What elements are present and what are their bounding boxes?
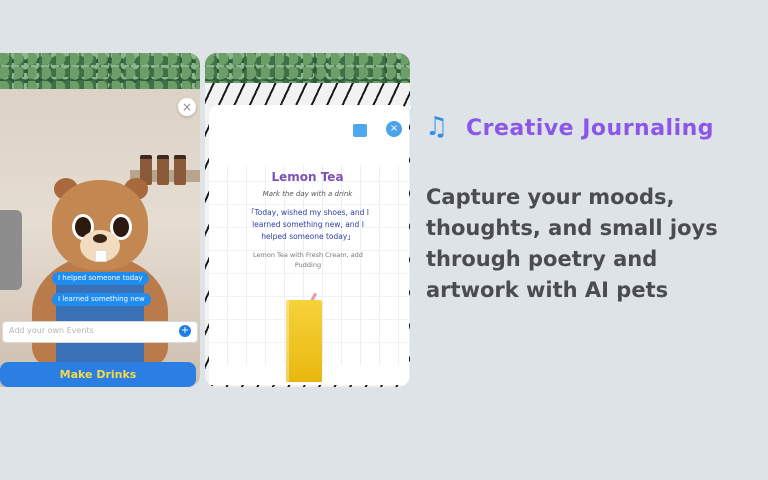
feature-headline: Creative Journaling — [466, 116, 715, 141]
close-icon[interactable]: × — [386, 121, 402, 137]
feature-tagline: Capture your moods, thoughts, and small … — [426, 185, 718, 302]
coffee-machine — [0, 210, 22, 290]
drink-subtitle: Mark the day with a drink — [262, 190, 353, 198]
add-event-input[interactable]: Add your own Events + — [2, 321, 198, 343]
drink-name: Lemon Tea — [271, 170, 344, 184]
event-chip[interactable]: I helped someone today — [52, 272, 149, 285]
download-icon[interactable] — [353, 124, 367, 137]
make-drinks-button[interactable]: Make Drinks — [0, 362, 196, 387]
lemon-tea-cup — [286, 300, 322, 382]
journal-poem: 「Today, wished my shoes, and I learned s… — [247, 208, 369, 241]
music-note-icon: ♫ — [425, 112, 449, 142]
event-chip[interactable]: I learned something new — [52, 293, 151, 306]
leaf-banner — [0, 53, 200, 89]
drink-recipe: Lemon Tea with Fresh Cream, add Pudding — [253, 251, 363, 269]
add-event-plus-icon[interactable]: + — [179, 325, 191, 337]
close-icon[interactable]: × — [178, 98, 196, 116]
add-event-placeholder: Add your own Events — [9, 326, 94, 335]
